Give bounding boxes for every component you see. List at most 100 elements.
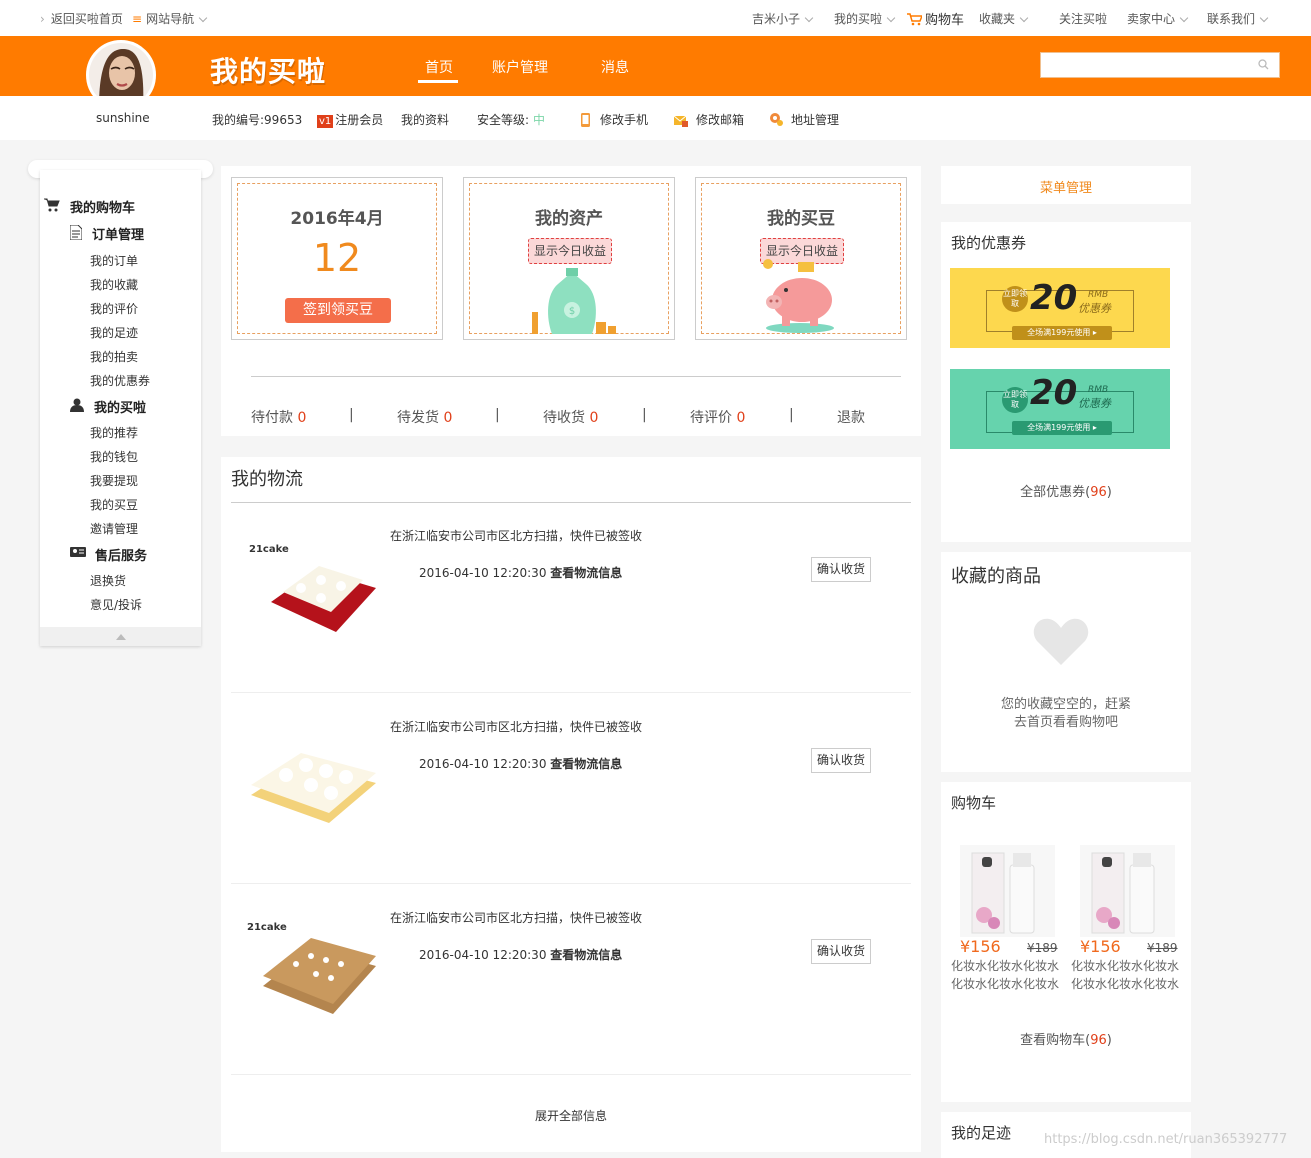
view-logistics-link[interactable]: 查看物流信息: [550, 757, 622, 771]
contact-menu[interactable]: 联系我们: [1207, 10, 1269, 27]
status-separator: |: [495, 407, 500, 423]
sidebar-item-feedback[interactable]: 意见/投诉: [90, 596, 142, 613]
sidebar-item-my-footprint[interactable]: 我的足迹: [90, 324, 138, 341]
confirm-receipt-button[interactable]: 确认收货: [811, 557, 871, 582]
product-image: [1080, 845, 1175, 937]
product-price: ¥156: [960, 937, 1001, 956]
user-id: 我的编号:99653: [212, 113, 303, 127]
favorites-title: 收藏的商品: [951, 566, 1041, 587]
sidebar-section-cart[interactable]: 我的购物车: [44, 197, 135, 216]
document-icon: [70, 225, 82, 240]
confirm-receipt-button[interactable]: 确认收货: [811, 939, 871, 964]
status-refund[interactable]: 退款: [837, 407, 865, 427]
sidebar-item-my-auctions[interactable]: 我的拍卖: [90, 348, 138, 365]
logistics-row: 21cake 在浙江临安市公司市区北方扫描，快件已被签收 2016-04-10 …: [231, 502, 911, 693]
modify-email-link[interactable]: 修改邮箱: [674, 111, 744, 128]
sidebar-item-my-orders[interactable]: 我的订单: [90, 252, 138, 269]
coupon-type: 优惠券: [1078, 397, 1111, 410]
collapse-up-icon: [116, 634, 126, 640]
sidebar-collapse[interactable]: [40, 627, 201, 646]
sidebar-section-orders[interactable]: 订单管理: [70, 224, 144, 243]
cart-link[interactable]: 购物车: [907, 9, 964, 28]
assets-earnings-tag[interactable]: 显示今日收益: [528, 238, 612, 264]
product-image-cake-cream: [241, 713, 391, 833]
sidebar-item-my-coupons[interactable]: 我的优惠券: [90, 372, 150, 389]
coupon-card[interactable]: 立即领取 20 RMB 优惠券 全场满199元使用 ▸: [950, 268, 1170, 348]
my-maila-menu[interactable]: 我的买啦: [834, 10, 896, 27]
logistics-message: 在浙江临安市公司市区北方扫描，快件已被签收: [390, 720, 643, 734]
back-home-link[interactable]: › 返回买啦首页: [40, 10, 123, 27]
confirm-receipt-button[interactable]: 确认收货: [811, 748, 871, 773]
nav-messages[interactable]: 消息: [601, 57, 629, 77]
sidebar-section-after-sales[interactable]: 售后服务: [70, 545, 147, 564]
nav-account[interactable]: 账户管理: [492, 57, 548, 77]
search-icon[interactable]: [1258, 59, 1269, 70]
sidebar-section-my-maila[interactable]: 我的买啦: [70, 397, 146, 416]
status-pending-payment[interactable]: 待付款 0: [251, 407, 306, 427]
view-logistics-link[interactable]: 查看物流信息: [550, 566, 622, 580]
product-image-cake-nut: 21cake: [241, 904, 391, 1024]
money-bag-illustration: $: [532, 268, 616, 334]
coupon-card[interactable]: 立即领取 20 RMB 优惠券 全场满199元使用 ▸: [950, 369, 1170, 449]
member-badge: v1: [317, 115, 334, 128]
user-menu[interactable]: 吉米小子: [752, 10, 814, 27]
coupon-rmb: RMB: [1088, 385, 1109, 395]
sidebar-item-withdraw[interactable]: 我要提现: [90, 472, 138, 489]
nav-home[interactable]: 首页: [425, 57, 453, 77]
beans-card: 我的买豆 显示今日收益: [695, 177, 907, 340]
sidebar-item-recommend[interactable]: 我的推荐: [90, 424, 138, 441]
profile-link[interactable]: 我的资料: [401, 111, 449, 128]
sign-in-day: 12: [312, 236, 362, 280]
sidebar-item-my-reviews[interactable]: 我的评价: [90, 300, 138, 317]
sidebar-item-beans[interactable]: 我的买豆: [90, 496, 138, 513]
logistics-message: 在浙江临安市公司市区北方扫描，快件已被签收: [390, 911, 643, 925]
expand-all-link[interactable]: 展开全部信息: [221, 1107, 921, 1124]
piggy-bank-illustration: [763, 259, 834, 333]
status-pending-shipment[interactable]: 待发货 0: [397, 407, 452, 427]
cart-icon: [907, 13, 924, 26]
svg-text:$: $: [569, 306, 575, 317]
sidebar-item-wallet[interactable]: 我的钱包: [90, 448, 138, 465]
status-separator: |: [349, 407, 354, 423]
brand-logo-text: 21cake: [247, 922, 287, 933]
product-name: 化妆水化妆水化妆水化妆水化妆水化妆水: [950, 959, 1059, 991]
toner-bottle-image: [1091, 852, 1155, 934]
sidebar: 我的购物车 订单管理 我的订单 我的收藏 我的评价 我的足迹 我的拍卖 我的优惠…: [40, 170, 201, 646]
logistics-date: 2016-04-10 12:20:30 查看物流信息: [419, 948, 623, 962]
heart-icon: [1033, 618, 1089, 665]
modify-phone-link[interactable]: 修改手机: [578, 111, 648, 128]
nav-active-indicator: [418, 80, 458, 83]
seller-center-menu[interactable]: 卖家中心: [1127, 10, 1189, 27]
address-link[interactable]: 地址管理: [769, 111, 839, 128]
product-image: [960, 845, 1055, 937]
search-box: [1040, 52, 1280, 78]
product-original-price: ¥189: [1027, 941, 1058, 955]
site-nav-menu[interactable]: ≡ 网站导航: [132, 10, 208, 27]
service-icon: [70, 547, 86, 557]
logistics-title: 我的物流: [231, 469, 303, 490]
search-input[interactable]: [1041, 53, 1251, 77]
view-cart-link[interactable]: 查看购物车(96): [941, 1029, 1191, 1048]
view-logistics-link[interactable]: 查看物流信息: [550, 948, 622, 962]
sidebar-item-invites[interactable]: 邀请管理: [90, 520, 138, 537]
cake-rose-image: [271, 566, 376, 632]
cart-icon: [44, 198, 60, 212]
security-level: 安全等级: 中: [477, 113, 546, 127]
favorites-menu[interactable]: 收藏夹: [979, 10, 1029, 27]
status-pending-review[interactable]: 待评价 0: [690, 407, 745, 427]
sign-in-button[interactable]: 签到领买豆: [285, 298, 391, 323]
cart-title: 购物车: [951, 794, 997, 812]
sidebar-item-returns[interactable]: 退换货: [90, 572, 126, 589]
logistics-date: 2016-04-10 12:20:30 查看物流信息: [419, 566, 623, 580]
menu-management-link[interactable]: 菜单管理: [941, 177, 1191, 196]
logistics-row: 在浙江临安市公司市区北方扫描，快件已被签收 2016-04-10 12:20:3…: [231, 693, 911, 884]
sign-in-card: 2016年4月 12 签到领买豆: [231, 177, 443, 340]
coupon-condition: 全场满199元使用 ▸: [1012, 421, 1112, 435]
product-price: ¥156: [1080, 937, 1121, 956]
sidebar-item-my-favorites[interactable]: 我的收藏: [90, 276, 138, 293]
profile-info-bar: sunshine 我的编号:99653 v1 注册会员 我的资料 安全等级: 中 修…: [0, 96, 1311, 140]
status-pending-receipt[interactable]: 待收货 0: [543, 407, 598, 427]
follow-link[interactable]: 关注买啦: [1059, 10, 1107, 27]
all-coupons-link[interactable]: 全部优惠券(96): [941, 481, 1191, 500]
member-level[interactable]: v1 注册会员: [317, 111, 383, 128]
